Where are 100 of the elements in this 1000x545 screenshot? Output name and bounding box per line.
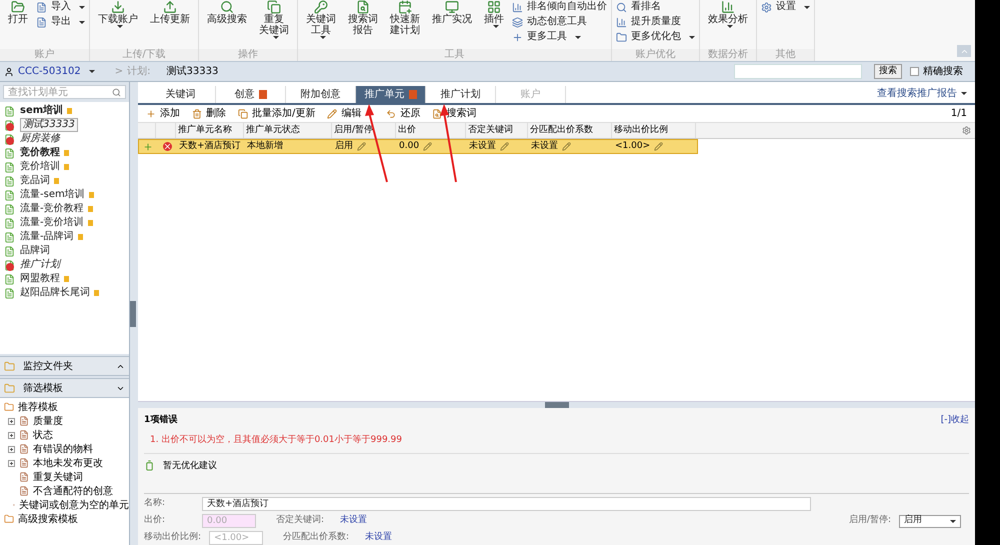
expand-icon[interactable] [8,460,15,466]
expand-icon[interactable] [8,418,15,424]
toolbar-button[interactable]: 还原 [386,106,420,121]
ribbon-button[interactable]: 插件 [480,0,508,28]
match-coefficient-link[interactable]: 未设置 [365,531,392,545]
template-name[interactable]: 状态 [33,428,53,442]
ribbon-button[interactable]: 高级搜索 [203,0,251,25]
edit-icon[interactable] [562,142,571,151]
report-link[interactable]: 查看搜索推广报告 [877,86,967,101]
panel-header[interactable]: 监控文件夹 [0,356,129,376]
caret-icon [79,20,85,24]
search-input[interactable] [734,64,862,79]
plan-item[interactable]: 流量-竞价教程 [0,202,129,216]
plan-item[interactable]: 赵阳品牌长尾词 [0,286,129,300]
plan-item[interactable]: 竞品词 [0,174,129,188]
plan-item[interactable]: 流量-sem培训 [0,188,129,202]
plus-icon[interactable] [143,142,153,152]
expand-icon[interactable] [8,446,15,452]
ribbon-button[interactable]: 搜索词 报告 [344,0,382,36]
plan-item[interactable]: 推广计划 [0,258,129,272]
group-label: 账户优化 [612,49,699,61]
ribbon-button[interactable]: 效果分析 [704,0,752,28]
toolbar-button[interactable]: 添加 [146,106,180,121]
toolbar-button[interactable]: 搜索词 [432,106,476,121]
settings-icon[interactable] [962,126,971,135]
template-name[interactable]: 本地未发布更改 [33,456,103,470]
caret-icon [804,6,810,8]
ribbon-small-button[interactable]: 看排名 [616,0,695,14]
template-name[interactable]: 推荐模板 [18,400,58,414]
ribbon-small-button[interactable]: 导出 [36,15,85,29]
template-name[interactable]: 关键词或创意为空的单元 [19,498,129,512]
template-name[interactable]: 高级搜索模板 [18,512,78,526]
edit-icon[interactable] [500,142,509,151]
plan-name: sem培训 [20,105,64,117]
ribbon-button[interactable]: 推广实况 [428,0,476,25]
plan-item[interactable]: sem培训 [0,104,129,118]
plan-item[interactable]: 流量-品牌词 [0,230,129,244]
column-header[interactable]: 否定关键词 [466,123,528,138]
column-header[interactable]: 启用/暂停 [332,123,396,138]
expand-icon[interactable] [8,432,15,438]
table-row[interactable]: 天数+酒店预订 本地新增 启用 0.00 未设置 未设置 <1.00> [138,139,698,154]
panel-header[interactable]: 筛选模板 [0,378,129,398]
plan-name: 流量-品牌词 [20,231,74,243]
checkbox[interactable] [910,67,919,76]
search-button[interactable]: 搜索 [874,64,902,79]
column-header[interactable]: 移动出价比例 [612,123,696,138]
plan-name: 竞价教程 [20,147,60,159]
plan-item[interactable]: 网盟教程 [0,272,129,286]
splitter-handle[interactable] [544,402,568,408]
plan-item[interactable]: 厨房装修 [0,132,129,146]
edit-icon[interactable] [423,142,432,151]
edit-icon[interactable] [357,142,366,151]
ribbon-small-button[interactable]: 导入 [36,0,85,14]
plan-item[interactable]: 竞价教程 [0,146,129,160]
ribbon-small-button[interactable]: 更多工具 [512,30,607,44]
tab[interactable]: 关键词 [146,86,216,103]
splitter-handle[interactable] [130,300,136,326]
collapse-link[interactable]: [-]收起 [940,414,969,428]
column-header[interactable]: 推广单元状态 [244,123,332,138]
column-header[interactable]: 推广单元名称 [176,123,244,138]
ribbon-button[interactable]: 重复 关键词 [255,0,293,39]
edit-icon[interactable] [654,142,664,151]
column-header[interactable]: 出价 [396,123,466,138]
plan-item[interactable]: 品牌词 [0,244,129,258]
plan-name: 流量-竞价培训 [20,217,84,229]
name-input[interactable]: 天数+酒店预订 [202,497,811,511]
column-header[interactable]: 分匹配出价系数 [528,123,612,138]
ribbon-small-button[interactable]: 设置 [761,0,810,14]
tab[interactable]: 创意 [216,86,286,103]
ribbon-button[interactable]: 关键词 工具 [302,0,340,39]
plan-item[interactable]: 竞价培训 [0,160,129,174]
ribbon-button[interactable]: 下载账户 [94,0,142,28]
account-name[interactable]: CCC-503102 [18,64,81,79]
ribbon-small-button[interactable]: 提升质量度 [616,15,695,29]
caret-icon [320,36,326,39]
status-select[interactable]: 启用 [899,514,961,528]
template-name[interactable]: 有错误的物料 [33,442,93,456]
ribbon-button[interactable]: 快速新 建计划 [386,0,424,36]
search-input[interactable]: 查找计划单元 [8,84,112,100]
tool-icon [512,2,523,12]
plan-item[interactable]: 测试33333 [0,118,129,132]
plan-item[interactable]: 流量-竞价培训 [0,216,129,230]
template-name[interactable]: 不含通配符的创意 [33,484,113,498]
tab[interactable]: 推广单元 [356,86,426,103]
negative-keywords-link[interactable]: 未设置 [340,514,368,528]
toolbar-button[interactable]: 批量添加/更新 [238,106,316,121]
ribbon-small-button[interactable]: 排名倾向自动出价 [512,0,607,14]
ribbon-button[interactable]: 打开 [4,0,32,25]
template-name[interactable]: 质量度 [33,414,63,428]
plan-name: 厨房装修 [20,133,60,145]
tab[interactable]: 推广计划 [426,86,496,103]
group-label: 上传/下载 [90,49,198,61]
template-name[interactable]: 重复关键词 [33,470,83,484]
caret-icon [689,36,695,38]
toolbar-button[interactable]: 删除 [192,106,226,121]
ribbon-button[interactable]: 上传更新 [146,0,194,25]
search-field[interactable]: 查找计划单元 [3,85,126,99]
plan-name: 网盟教程 [20,273,60,285]
ribbon-small-button[interactable]: 动态创意工具 [512,15,607,29]
ribbon-small-button[interactable]: 更多优化包 [616,30,695,44]
